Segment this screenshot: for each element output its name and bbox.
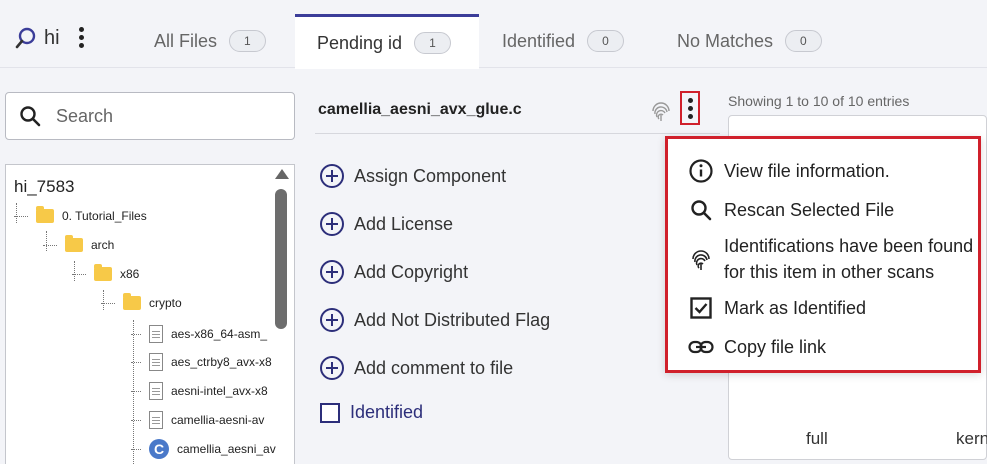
tree-item-file[interactable]: camellia-aesni-av <box>131 411 264 429</box>
tree-item-label: 0. Tutorial_Files <box>62 209 147 223</box>
tree-item-label: crypto <box>149 296 182 310</box>
tab-count-badge: 0 <box>587 30 624 52</box>
file-actions-panel: camellia_aesni_avx_glue.c Assign Compone… <box>300 69 720 460</box>
checkbox-checked-icon <box>690 297 712 319</box>
checkbox-icon <box>320 402 340 423</box>
file-tree: hi_7583 0. Tutorial_Files arch x86 crypt… <box>5 164 295 464</box>
add-license-button[interactable]: Add License <box>320 212 453 236</box>
menu-item-label: Copy file link <box>724 337 827 357</box>
divider <box>315 133 720 134</box>
search-icon <box>691 200 712 221</box>
selected-file-name: camellia_aesni_avx_glue.c <box>318 101 522 118</box>
column-cell-full: full <box>806 429 828 448</box>
menu-item-identifications-found[interactable]: Identifications have been found for this… <box>688 233 973 285</box>
add-circle-icon <box>320 212 344 236</box>
assign-component-button[interactable]: Assign Component <box>320 164 506 188</box>
app-menu-kebab-icon[interactable] <box>74 27 88 49</box>
tree-item-file[interactable]: aes_ctrby8_avx-x8 <box>131 353 272 371</box>
tree-item-label: arch <box>91 238 115 252</box>
menu-item-view-file-info[interactable]: View file information. <box>688 158 890 184</box>
app-logo-icon <box>15 27 36 49</box>
top-bar: hi All Files 1 Pending id 1 Identified 0… <box>0 0 987 69</box>
tab-label: All Files <box>154 30 218 51</box>
tab-label: No Matches <box>677 30 774 51</box>
app-name: hi <box>44 26 60 49</box>
tab-label: Pending id <box>317 32 403 53</box>
checkbox-label: Identified <box>350 402 424 422</box>
tree-item-label: x86 <box>120 267 140 281</box>
add-comment-button[interactable]: Add comment to file <box>320 356 513 380</box>
search-icon <box>20 106 41 127</box>
entries-count: Showing 1 to 10 of 10 entries <box>728 93 910 109</box>
file-icon <box>149 411 163 429</box>
action-label: Add License <box>354 213 454 234</box>
tree-item-arch[interactable]: arch <box>43 235 115 252</box>
tree-item-label: aesni-intel_avx-x8 <box>171 384 268 398</box>
menu-item-rescan[interactable]: Rescan Selected File <box>688 197 894 223</box>
tab-no-matches[interactable]: No Matches 0 <box>655 14 844 68</box>
search-box[interactable] <box>5 92 295 140</box>
add-copyright-button[interactable]: Add Copyright <box>320 260 468 284</box>
tree-scrollbar[interactable] <box>275 189 287 329</box>
tab-count-badge: 0 <box>785 30 822 52</box>
folder-icon <box>65 235 83 252</box>
tree-item-x86[interactable]: x86 <box>72 264 140 281</box>
tree-root-label[interactable]: hi_7583 <box>14 177 75 197</box>
menu-item-label-line2: for this item in other scans <box>724 262 935 282</box>
column-cell-kern: kern <box>956 429 987 448</box>
menu-item-mark-identified[interactable]: Mark as Identified <box>688 295 866 321</box>
menu-item-text: Identifications have been found for this… <box>724 233 973 285</box>
add-not-distributed-flag-button[interactable]: Add Not Distributed Flag <box>320 308 550 332</box>
tree-item-label: aes_ctrby8_avx-x8 <box>171 355 272 369</box>
folder-icon <box>94 264 112 281</box>
c-file-icon: C <box>149 439 169 459</box>
tab-all-files[interactable]: All Files 1 <box>132 14 288 68</box>
add-circle-icon <box>320 164 344 188</box>
file-icon <box>149 325 163 343</box>
tab-count-badge: 1 <box>414 32 451 54</box>
file-context-menu: View file information. Rescan Selected F… <box>665 136 981 373</box>
action-label: Add Copyright <box>354 261 469 282</box>
identified-checkbox[interactable]: Identified <box>320 402 423 423</box>
tree-item-file[interactable]: aes-x86_64-asm_ <box>131 325 267 343</box>
menu-item-label: Rescan Selected File <box>724 200 895 220</box>
tree-item-file[interactable]: aesni-intel_avx-x8 <box>131 382 268 400</box>
menu-item-copy-link[interactable]: Copy file link <box>688 334 826 360</box>
folder-icon <box>36 206 54 223</box>
scroll-up-icon[interactable] <box>275 169 289 179</box>
search-input[interactable] <box>54 104 254 128</box>
tree-item-tutorial-files[interactable]: 0. Tutorial_Files <box>14 206 147 223</box>
folder-icon <box>123 293 141 310</box>
info-icon <box>689 159 713 183</box>
menu-item-label: Mark as Identified <box>724 298 867 318</box>
tab-identified[interactable]: Identified 0 <box>480 14 646 68</box>
left-panel: hi_7583 0. Tutorial_Files arch x86 crypt… <box>0 69 300 464</box>
tree-item-label: camellia_aesni_av <box>177 442 276 456</box>
file-icon <box>149 382 163 400</box>
tab-pending-id[interactable]: Pending id 1 <box>295 14 479 69</box>
action-label: Add comment to file <box>354 357 514 378</box>
menu-item-label: View file information. <box>724 161 890 181</box>
tree-item-crypto[interactable]: crypto <box>101 293 182 310</box>
action-label: Assign Component <box>354 165 507 186</box>
app-title: hi <box>14 26 60 50</box>
fingerprint-icon <box>692 250 710 270</box>
add-circle-icon <box>320 308 344 332</box>
link-icon <box>688 340 714 354</box>
fingerprint-icon[interactable] <box>650 99 672 123</box>
tab-label: Identified <box>502 30 576 51</box>
add-circle-icon <box>320 356 344 380</box>
menu-item-label: Identifications have been found <box>724 236 974 256</box>
tree-item-c-file[interactable]: C camellia_aesni_av <box>131 439 276 459</box>
file-icon <box>149 353 163 371</box>
action-label: Add Not Distributed Flag <box>354 309 551 330</box>
tab-count-badge: 1 <box>229 30 266 52</box>
tree-item-label: camellia-aesni-av <box>171 413 265 427</box>
file-options-kebab-icon[interactable] <box>680 91 700 125</box>
tree-item-label: aes-x86_64-asm_ <box>171 327 268 341</box>
add-circle-icon <box>320 260 344 284</box>
